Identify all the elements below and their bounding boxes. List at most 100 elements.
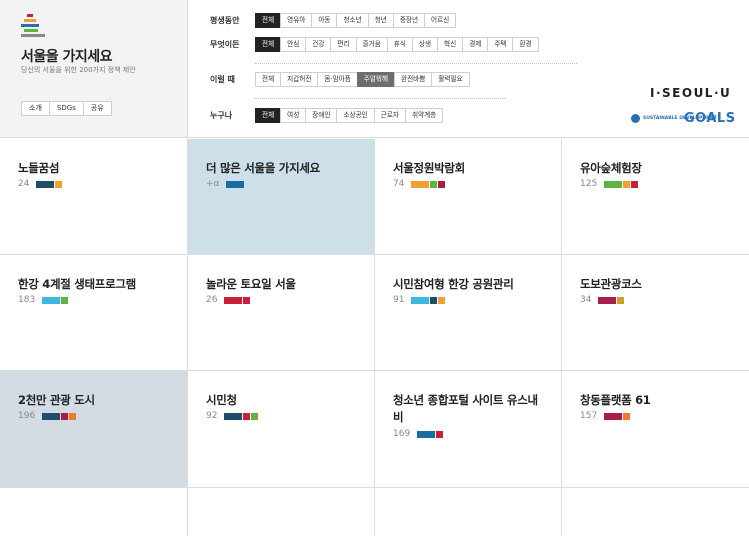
site-subtitle: 당신의 서울을 위한 200가지 정책 제안 (21, 66, 136, 74)
filter-chip[interactable]: 환경 (512, 37, 539, 52)
card-meta: 24 (18, 179, 63, 189)
globe-icon (631, 114, 640, 123)
filter-chip[interactable]: 편리 (330, 37, 357, 52)
seoul-logo-icon[interactable] (21, 14, 47, 40)
empty-card (188, 488, 375, 536)
filter-chip[interactable]: 아동 (311, 13, 338, 28)
filter-chip[interactable]: 완전바쁨 (394, 72, 433, 87)
filter-chip[interactable]: 지갑허전 (280, 72, 319, 87)
policy-card[interactable]: 2천만 관광 도시 196 (0, 371, 188, 488)
filter-label: 이럴 때 (210, 75, 235, 84)
filter-options: 전체 여성 장애인 소상공인 근로자 취약계층 (255, 108, 444, 123)
empty-card (375, 488, 562, 536)
filter-chip[interactable]: 장애인 (305, 108, 338, 123)
filter-chip[interactable]: 청년 (367, 13, 394, 28)
filter-row: 무엇이든 전체 안심 건강 편리 즐거움 휴식 상생 혁신 경제 주택 환경 (210, 37, 539, 52)
card-count: 157 (580, 411, 598, 421)
category-bar (438, 296, 446, 304)
filter-chip[interactable]: 주택 (487, 37, 514, 52)
category-bar (430, 296, 438, 304)
policy-card[interactable]: 시민청 92 (188, 371, 375, 488)
filter-label: 누구나 (210, 111, 233, 120)
filter-chip[interactable]: 전체 (255, 72, 282, 87)
category-bar (224, 296, 243, 304)
filter-chip[interactable]: 여성 (280, 108, 307, 123)
card-title: 노들꿈섬 (18, 161, 60, 175)
filter-chip[interactable]: 전체 (255, 108, 282, 123)
card-title: 한강 4계절 생태프로그램 (18, 277, 136, 291)
site-title: 서울을 가지세요 (21, 49, 113, 65)
filter-chip[interactable]: 취약계층 (404, 108, 444, 123)
policy-card[interactable]: 시민참여형 한강 공원관리 91 (375, 255, 562, 371)
card-meta: 157 (580, 411, 631, 421)
category-bar (604, 180, 623, 188)
filter-chip[interactable]: 근로자 (373, 108, 406, 123)
card-title: 놀라운 토요일 서울 (206, 277, 296, 291)
card-meta: 34 (580, 295, 625, 305)
policy-card[interactable]: 유아숲체험장 125 (562, 139, 749, 255)
card-title: 시민참여형 한강 공원관리 (393, 277, 514, 291)
category-bar (69, 412, 77, 420)
filter-chip[interactable]: 활력필요 (431, 72, 470, 87)
category-bar (226, 180, 245, 188)
filter-label: 평생동안 (210, 16, 240, 25)
filter-chip[interactable]: 경제 (462, 37, 489, 52)
policy-card[interactable]: 청소년 종합포털 사이트 유스내비 169 (375, 371, 562, 488)
filter-chip[interactable]: 상생 (411, 37, 439, 52)
sdgs-button[interactable]: SDGs (48, 101, 84, 116)
filter-chip[interactable]: 안심 (280, 37, 307, 52)
category-bar (617, 296, 625, 304)
filter-chip[interactable]: 건강 (305, 37, 332, 52)
policy-card[interactable]: 한강 4계절 생태프로그램 183 (0, 255, 188, 371)
category-bar (251, 412, 259, 420)
filter-chip[interactable]: 혁신 (437, 37, 464, 52)
divider (255, 98, 505, 99)
category-bar (598, 296, 617, 304)
policy-card[interactable]: 놀라운 토요일 서울 26 (188, 255, 375, 371)
empty-card (562, 488, 749, 536)
category-bar (623, 412, 631, 420)
filter-row: 평생동안 전체 영유아 아동 청소년 청년 중장년 어르신 (210, 13, 457, 28)
filter-chip[interactable]: 즐거움 (355, 37, 388, 52)
filter-row: 누구나 전체 여성 장애인 소상공인 근로자 취약계층 (210, 108, 444, 123)
category-bar (411, 180, 430, 188)
filter-chip[interactable]: 휴식 (386, 37, 413, 52)
filter-chip[interactable]: 몸·맘아픔 (317, 72, 358, 87)
header: 서울을 가지세요 당신의 서울을 위한 200가지 정책 제안 소개 SDGs … (0, 0, 749, 138)
card-count: 183 (18, 295, 36, 305)
category-bar (411, 296, 430, 304)
card-count: 125 (580, 179, 598, 189)
filter-options: 전체 지갑허전 몸·맘아픔 주말뭐해 완전바쁨 활력필요 (255, 72, 470, 87)
card-meta: 125 (580, 179, 639, 189)
filter-chip[interactable]: 소상공인 (336, 108, 375, 123)
sdg-goals-text: GOALS (684, 111, 736, 126)
category-bar (224, 412, 243, 420)
card-title: 창동플랫폼 61 (580, 393, 651, 407)
brand-buttons: 소개 SDGs 공유 (21, 101, 112, 116)
card-title: 서울정원박람회 (393, 161, 465, 175)
policy-card[interactable]: 서울정원박람회 74 (375, 139, 562, 255)
policy-card[interactable]: 도보관광코스 34 (562, 255, 749, 371)
policy-card[interactable]: 더 많은 서울을 가지세요 +α (188, 139, 375, 255)
filter-chip[interactable]: 청소년 (336, 13, 369, 28)
about-button[interactable]: 소개 (21, 101, 50, 116)
category-bar (243, 296, 251, 304)
card-count: 34 (580, 295, 592, 305)
policy-card[interactable]: 창동플랫폼 61 157 (562, 371, 749, 488)
card-meta: 92 (206, 411, 259, 421)
share-button[interactable]: 공유 (82, 101, 112, 116)
filter-chip[interactable]: 중장년 (392, 13, 426, 28)
policy-card[interactable]: 노들꿈섬 24 (0, 139, 188, 255)
category-bar (430, 180, 438, 188)
filter-row: 이럴 때 전체 지갑허전 몸·맘아픔 주말뭐해 완전바쁨 활력필요 (210, 72, 470, 87)
brand-panel: 서울을 가지세요 당신의 서울을 위한 200가지 정책 제안 소개 SDGs … (0, 0, 188, 137)
filter-chip[interactable]: 영유아 (280, 13, 313, 28)
filter-chip[interactable]: 주말뭐해 (356, 72, 396, 87)
category-bar (55, 180, 63, 188)
filter-chip[interactable]: 전체 (255, 13, 282, 28)
card-count: 26 (206, 295, 218, 305)
card-count: 74 (393, 179, 405, 189)
filter-chip[interactable]: 어르신 (424, 13, 457, 28)
category-bar (436, 430, 444, 438)
filter-chip[interactable]: 전체 (255, 37, 282, 52)
